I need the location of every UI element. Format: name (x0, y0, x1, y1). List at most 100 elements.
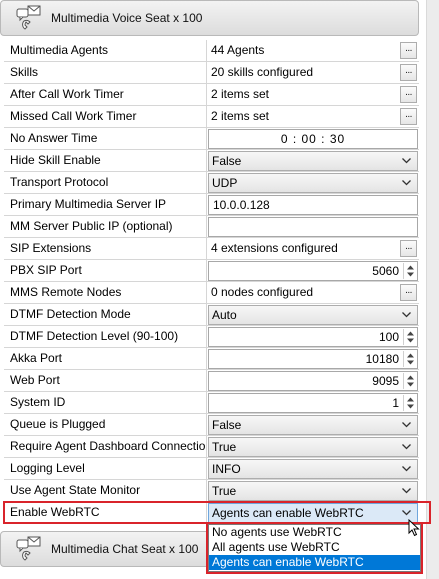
no-answer-time-time-input[interactable]: 0 : 00 : 30 (208, 129, 418, 149)
vertical-scrollbar[interactable] (426, 0, 439, 579)
input-value: 100 (378, 330, 399, 344)
spinner-arrows-icon[interactable] (403, 395, 416, 411)
dropdown-value: INFO (212, 462, 241, 476)
browse-button[interactable]: ... (400, 284, 417, 301)
web-port-spinbox[interactable]: 9095 (208, 371, 418, 391)
property-value: 20 skills configured (211, 65, 314, 79)
property-value-cell: 0 nodes configured... (207, 282, 419, 303)
browse-button[interactable]: ... (400, 64, 417, 81)
chevron-down-icon[interactable] (401, 441, 412, 452)
queue-is-plugged-dropdown[interactable]: False (208, 415, 418, 435)
browse-button[interactable]: ... (400, 86, 417, 103)
webrtc-option-agents-can-enable[interactable]: Agents can enable WebRTC (209, 555, 420, 570)
property-row-multimedia-agents: Multimedia Agents 44 Agents... (4, 40, 419, 62)
webrtc-option-all[interactable]: All agents use WebRTC (209, 540, 420, 555)
property-label: System ID (4, 392, 207, 413)
property-row-hide-skill-enable: Hide Skill Enable False (4, 150, 419, 172)
property-label: Akka Port (4, 348, 207, 369)
akka-port-spinbox[interactable]: 10180 (208, 349, 418, 369)
spinner-arrows-icon[interactable] (403, 373, 416, 389)
webrtc-dropdown-list[interactable]: No agents use WebRTC All agents use WebR… (208, 524, 421, 572)
primary-multimedia-server-ip-input[interactable]: 10.0.0.128 (208, 195, 418, 215)
dtmf-detection-level-90-100-spinbox[interactable]: 100 (208, 327, 418, 347)
property-row-use-agent-state-monitor: Use Agent State Monitor True (4, 480, 419, 502)
dropdown-value: Agents can enable WebRTC (212, 506, 364, 520)
property-row-logging-level: Logging Level INFO (4, 458, 419, 480)
property-value-cell: 2 items set... (207, 106, 419, 127)
enable-webrtc-dropdown[interactable]: Agents can enable WebRTC (208, 503, 418, 523)
property-value-cell: 10.0.0.128 (207, 194, 419, 215)
property-row-mm-server-public-ip-optional: MM Server Public IP (optional) (4, 216, 419, 238)
property-row-system-id: System ID 1 (4, 392, 419, 414)
mm-server-public-ip-optional-input[interactable] (208, 217, 418, 237)
property-label: Primary Multimedia Server IP (4, 194, 207, 215)
chevron-down-icon[interactable] (401, 309, 412, 320)
property-value-cell: 44 Agents... (207, 40, 419, 61)
hide-skill-enable-dropdown[interactable]: False (208, 151, 418, 171)
chevron-down-icon[interactable] (401, 419, 412, 430)
property-label: No Answer Time (4, 128, 207, 149)
property-value-cell: UDP (207, 172, 419, 193)
property-value-cell: Agents can enable WebRTC (207, 502, 419, 523)
property-value: 2 items set (211, 87, 270, 101)
browse-button[interactable]: ... (400, 42, 417, 59)
multimedia-seat-icon (15, 535, 43, 563)
property-row-sip-extensions: SIP Extensions 4 extensions configured... (4, 238, 419, 260)
property-row-mms-remote-nodes: MMS Remote Nodes 0 nodes configured... (4, 282, 419, 304)
section-title: Multimedia Voice Seat x 100 (51, 11, 203, 25)
chevron-down-icon[interactable] (401, 485, 412, 496)
spinner-arrows-icon[interactable] (403, 329, 416, 345)
property-label: Web Port (4, 370, 207, 391)
dtmf-detection-mode-dropdown[interactable]: Auto (208, 305, 418, 325)
spinner-arrows-icon[interactable] (403, 263, 416, 279)
property-label: Multimedia Agents (4, 40, 207, 61)
system-id-spinbox[interactable]: 1 (208, 393, 418, 413)
property-label: Enable WebRTC (4, 502, 207, 523)
property-row-primary-multimedia-server-ip: Primary Multimedia Server IP 10.0.0.128 (4, 194, 419, 216)
property-label: Use Agent State Monitor (4, 480, 207, 501)
use-agent-state-monitor-dropdown[interactable]: True (208, 481, 418, 501)
property-row-akka-port: Akka Port 10180 (4, 348, 419, 370)
chevron-down-icon[interactable] (401, 507, 412, 518)
pbx-sip-port-spinbox[interactable]: 5060 (208, 261, 418, 281)
property-label: Logging Level (4, 458, 207, 479)
logging-level-dropdown[interactable]: INFO (208, 459, 418, 479)
property-value-cell: False (207, 150, 419, 171)
spinner-arrows-icon[interactable] (403, 351, 416, 367)
property-row-require-agent-dashboard-connection: Require Agent Dashboard Connection True (4, 436, 419, 458)
input-value: 10180 (365, 352, 399, 366)
property-value-cell: 10180 (207, 348, 419, 369)
property-value-cell: 100 (207, 326, 419, 347)
property-value-cell: INFO (207, 458, 419, 479)
property-row-pbx-sip-port: PBX SIP Port 5060 (4, 260, 419, 282)
property-value-cell: 0 : 00 : 30 (207, 128, 419, 149)
input-value: 9095 (372, 374, 399, 388)
browse-button[interactable]: ... (400, 108, 417, 125)
property-label: SIP Extensions (4, 238, 207, 259)
property-row-transport-protocol: Transport Protocol UDP (4, 172, 419, 194)
property-label: DTMF Detection Level (90-100) (4, 326, 207, 347)
property-row-after-call-work-timer: After Call Work Timer 2 items set... (4, 84, 419, 106)
dropdown-value: UDP (212, 176, 238, 190)
property-label: Transport Protocol (4, 172, 207, 193)
property-label: Hide Skill Enable (4, 150, 207, 171)
transport-protocol-dropdown[interactable]: UDP (208, 173, 418, 193)
browse-button[interactable]: ... (400, 240, 417, 257)
property-value-cell (207, 216, 419, 237)
dropdown-value: False (212, 154, 242, 168)
chevron-down-icon[interactable] (401, 463, 412, 474)
chevron-down-icon[interactable] (401, 155, 412, 166)
require-agent-dashboard-connection-dropdown[interactable]: True (208, 437, 418, 457)
property-label: Missed Call Work Timer (4, 106, 207, 127)
input-value: 10.0.0.128 (213, 198, 270, 212)
property-value-cell: True (207, 436, 419, 457)
input-value: 0 : 00 : 30 (280, 132, 346, 146)
property-row-queue-is-plugged: Queue is Plugged False (4, 414, 419, 436)
dropdown-value: True (212, 484, 237, 498)
multimedia-voice-seat-header[interactable]: Multimedia Voice Seat x 100 (0, 0, 419, 36)
property-label: MM Server Public IP (optional) (4, 216, 207, 237)
property-value-cell: False (207, 414, 419, 435)
property-row-web-port: Web Port 9095 (4, 370, 419, 392)
webrtc-option-none[interactable]: No agents use WebRTC (209, 525, 420, 540)
chevron-down-icon[interactable] (401, 177, 412, 188)
